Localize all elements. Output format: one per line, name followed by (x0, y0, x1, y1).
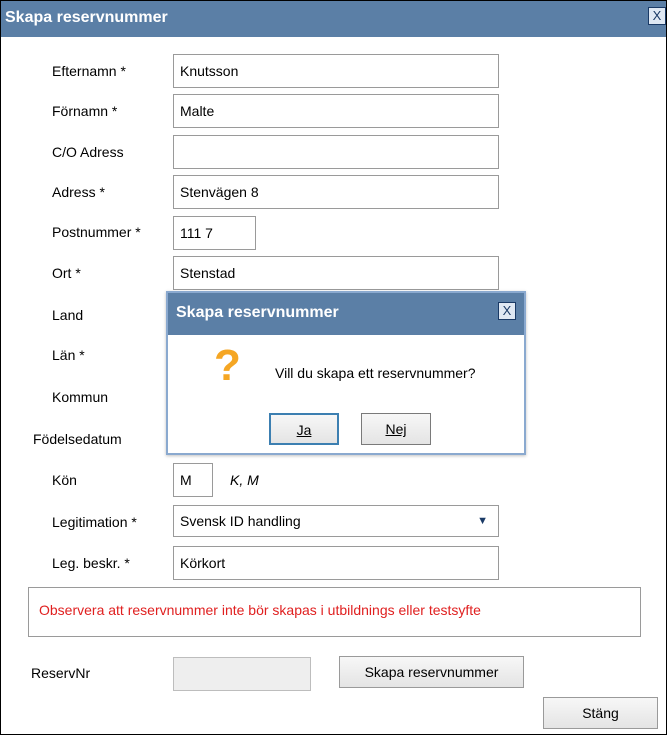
kommun-label: Kommun (52, 389, 109, 405)
dialog-no-button[interactable]: Nej (361, 413, 431, 445)
fornamn-input[interactable] (173, 94, 499, 128)
co-adress-input[interactable] (173, 135, 499, 169)
dialog-yes-label: Ja (296, 422, 312, 438)
co-adress-label: C/O Adress (52, 144, 124, 160)
warning-text: Observera att reservnummer inte bör skap… (39, 602, 481, 618)
legitimation-select[interactable]: Svensk ID handling ▼ (173, 505, 499, 537)
window-title: Skapa reservnummer (5, 9, 168, 26)
leg-beskr-input[interactable] (173, 546, 499, 580)
postnummer-input[interactable] (173, 216, 256, 250)
postnummer-label: Postnummer * (52, 224, 141, 240)
confirm-dialog: Skapa reservnummer X ? Vill du skapa ett… (166, 291, 526, 455)
efternamn-label: Efternamn * (52, 63, 126, 79)
fodelsedatum-label: Födelsedatum (33, 431, 122, 447)
dialog-message: Vill du skapa ett reservnummer? (275, 365, 476, 381)
land-label: Land (52, 307, 84, 323)
dialog-close-icon[interactable]: X (498, 302, 516, 320)
kon-hint: K, M (230, 472, 259, 488)
reservnummer-window: Skapa reservnummer X Efternamn * Förnamn… (0, 0, 667, 735)
question-icon: ? (214, 341, 241, 390)
dialog-yes-button[interactable]: Ja (269, 413, 339, 445)
efternamn-input[interactable] (173, 54, 499, 88)
warning-box: Observera att reservnummer inte bör skap… (28, 587, 641, 637)
kon-input[interactable] (173, 463, 213, 497)
fornamn-label: Förnamn * (52, 103, 118, 119)
reservnr-label: ReservNr (31, 665, 91, 681)
stang-button[interactable]: Stäng (543, 697, 658, 729)
legitimation-label: Legitimation * (52, 514, 137, 530)
leg-beskr-label: Leg. beskr. * (52, 555, 130, 571)
window-close-icon[interactable]: X (648, 7, 666, 25)
kon-label: Kön (52, 472, 77, 488)
dropdown-arrow-icon[interactable]: ▼ (477, 506, 488, 536)
skapa-reservnummer-button[interactable]: Skapa reservnummer (339, 656, 524, 688)
adress-label: Adress * (52, 184, 105, 200)
dialog-no-label: Nej (385, 421, 407, 437)
ort-input[interactable] (173, 256, 499, 290)
stang-button-label: Stäng (582, 705, 619, 721)
window-titlebar: Skapa reservnummer X (1, 1, 666, 37)
ort-label: Ort * (52, 265, 81, 281)
dialog-title: Skapa reservnummer (176, 304, 339, 321)
legitimation-selected-value: Svensk ID handling (180, 513, 301, 529)
adress-input[interactable] (173, 175, 499, 209)
lan-label: Län * (52, 347, 85, 363)
reservnr-input (173, 657, 311, 691)
dialog-titlebar: Skapa reservnummer X (168, 293, 524, 335)
